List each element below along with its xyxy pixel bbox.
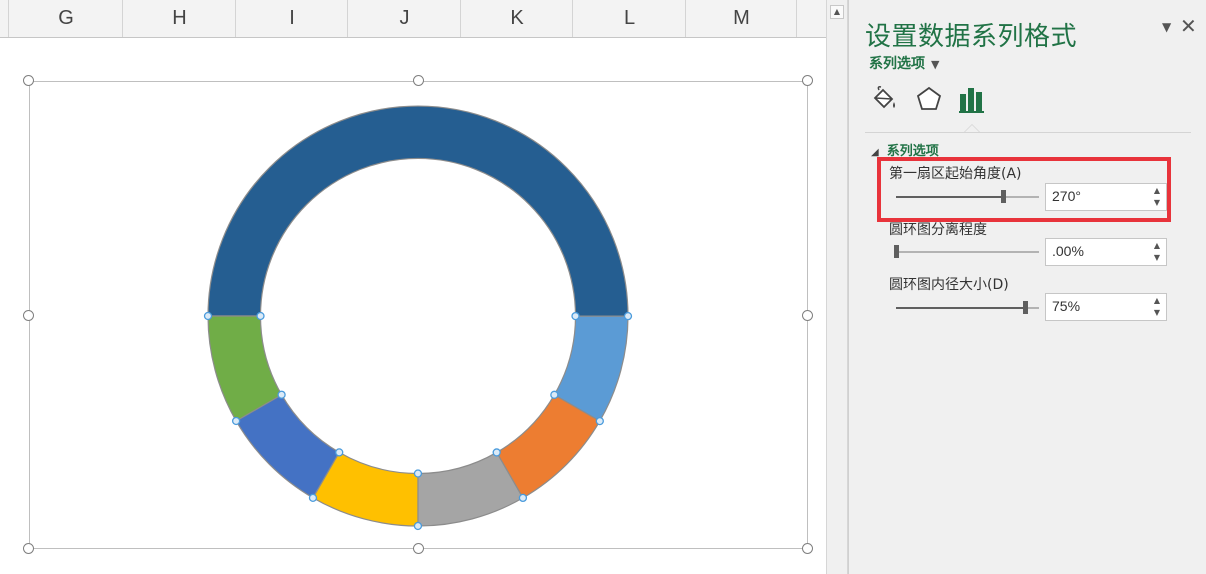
pentagon-icon[interactable]	[914, 84, 944, 114]
point-selection-handle[interactable]	[413, 521, 423, 531]
point-selection-handle[interactable]	[308, 493, 318, 502]
hole-size-slider[interactable]	[896, 301, 1039, 314]
hole-size-label: 圆环图内径大小(D)	[889, 277, 1009, 293]
point-selection-handle[interactable]	[231, 416, 241, 426]
point-selection-handle[interactable]	[277, 390, 286, 399]
slider-fill	[896, 307, 1025, 309]
scroll-up-arrow-icon[interactable]: ▲	[830, 5, 844, 19]
point-selection-handle[interactable]	[571, 311, 580, 321]
worksheet: G H I J K L M	[0, 0, 826, 574]
point-selection-handle[interactable]	[335, 448, 344, 457]
format-data-series-pane: 设置数据系列格式 ▼ ✕ 系列选项 ▼ ◢ 系列选项 第一扇区起始角度(A) 270…	[848, 0, 1206, 574]
doughnut-chart[interactable]	[0, 0, 826, 574]
point-selection-handle[interactable]	[595, 416, 604, 426]
point-selection-handle[interactable]	[413, 469, 423, 478]
point-selection-handle[interactable]	[623, 311, 633, 321]
paint-bucket-icon[interactable]	[869, 84, 899, 114]
point-selection-handle[interactable]	[203, 311, 213, 321]
close-icon[interactable]: ✕	[1180, 14, 1197, 38]
point-selection-handle[interactable]	[518, 493, 528, 503]
spinner-up-icon[interactable]: ▲	[1152, 296, 1162, 306]
doughnut-slice-1[interactable]	[207, 105, 629, 317]
point-selection-handle[interactable]	[256, 311, 265, 321]
slider-thumb[interactable]	[1022, 301, 1028, 314]
doughnut-explosion-spinner[interactable]: .00% ▲ ▼	[1045, 238, 1167, 266]
doughnut-explosion-label: 圆环图分离程度	[889, 222, 987, 238]
doughnut-explosion-slider[interactable]	[894, 245, 1039, 258]
hole-size-spinner[interactable]: 75% ▲ ▼	[1045, 293, 1167, 321]
pane-title: 设置数据系列格式	[865, 22, 1078, 52]
slider-thumb[interactable]	[894, 245, 899, 258]
spinner-down-icon[interactable]: ▼	[1152, 308, 1162, 318]
spinner-value[interactable]: .00%	[1052, 243, 1084, 259]
bar-chart-icon[interactable]	[957, 84, 987, 114]
series-options-menu-label: 系列选项	[869, 56, 925, 72]
point-selection-handle[interactable]	[492, 448, 501, 457]
spinner-up-icon[interactable]: ▲	[1152, 241, 1162, 251]
point-selection-handle[interactable]	[550, 390, 559, 399]
vertical-scrollbar[interactable]: ▲	[826, 0, 848, 574]
chevron-down-icon: ▼	[931, 58, 940, 71]
spinner-value[interactable]: 75%	[1052, 298, 1080, 314]
tab-divider	[865, 132, 1191, 133]
series-options-menu[interactable]: 系列选项 ▼	[869, 53, 939, 73]
annotation-highlight-box	[877, 157, 1171, 222]
spinner-down-icon[interactable]: ▼	[1152, 253, 1162, 263]
pane-options-dropdown-icon[interactable]: ▼	[1162, 20, 1171, 34]
